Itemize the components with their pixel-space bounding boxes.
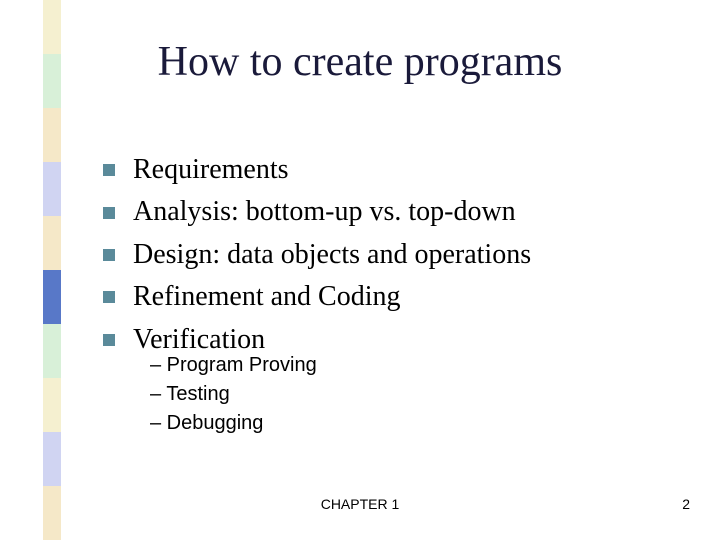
list-item: Requirements [103, 152, 531, 188]
sub-list-item: – Debugging [150, 412, 317, 435]
footer-chapter: CHAPTER 1 [0, 496, 720, 512]
sidebar-block [43, 378, 61, 432]
bullet-text: Refinement and Coding [133, 279, 401, 315]
list-item: Refinement and Coding [103, 279, 531, 315]
bullet-text: Analysis: bottom-up vs. top-down [133, 194, 516, 230]
bullet-text: Requirements [133, 152, 289, 188]
square-bullet-icon [103, 207, 115, 219]
sidebar-block [43, 486, 61, 540]
sidebar-block [43, 324, 61, 378]
list-item: Analysis: bottom-up vs. top-down [103, 194, 531, 230]
sidebar-block [43, 432, 61, 486]
square-bullet-icon [103, 164, 115, 176]
sub-list-item: – Testing [150, 383, 317, 406]
bullet-text: Design: data objects and operations [133, 237, 531, 273]
square-bullet-icon [103, 291, 115, 303]
sidebar-block [43, 270, 61, 324]
page-number: 2 [682, 496, 690, 512]
sidebar-block [43, 108, 61, 162]
sidebar-block [43, 162, 61, 216]
bullet-text: Verification [133, 322, 265, 358]
sidebar-block [43, 216, 61, 270]
bullet-list: Requirements Analysis: bottom-up vs. top… [103, 152, 531, 364]
sub-bullet-list: – Program Proving – Testing – Debugging [150, 354, 317, 441]
square-bullet-icon [103, 249, 115, 261]
list-item: Verification [103, 322, 531, 358]
square-bullet-icon [103, 334, 115, 346]
slide-title: How to create programs [0, 38, 720, 86]
sub-list-item: – Program Proving [150, 354, 317, 377]
list-item: Design: data objects and operations [103, 237, 531, 273]
